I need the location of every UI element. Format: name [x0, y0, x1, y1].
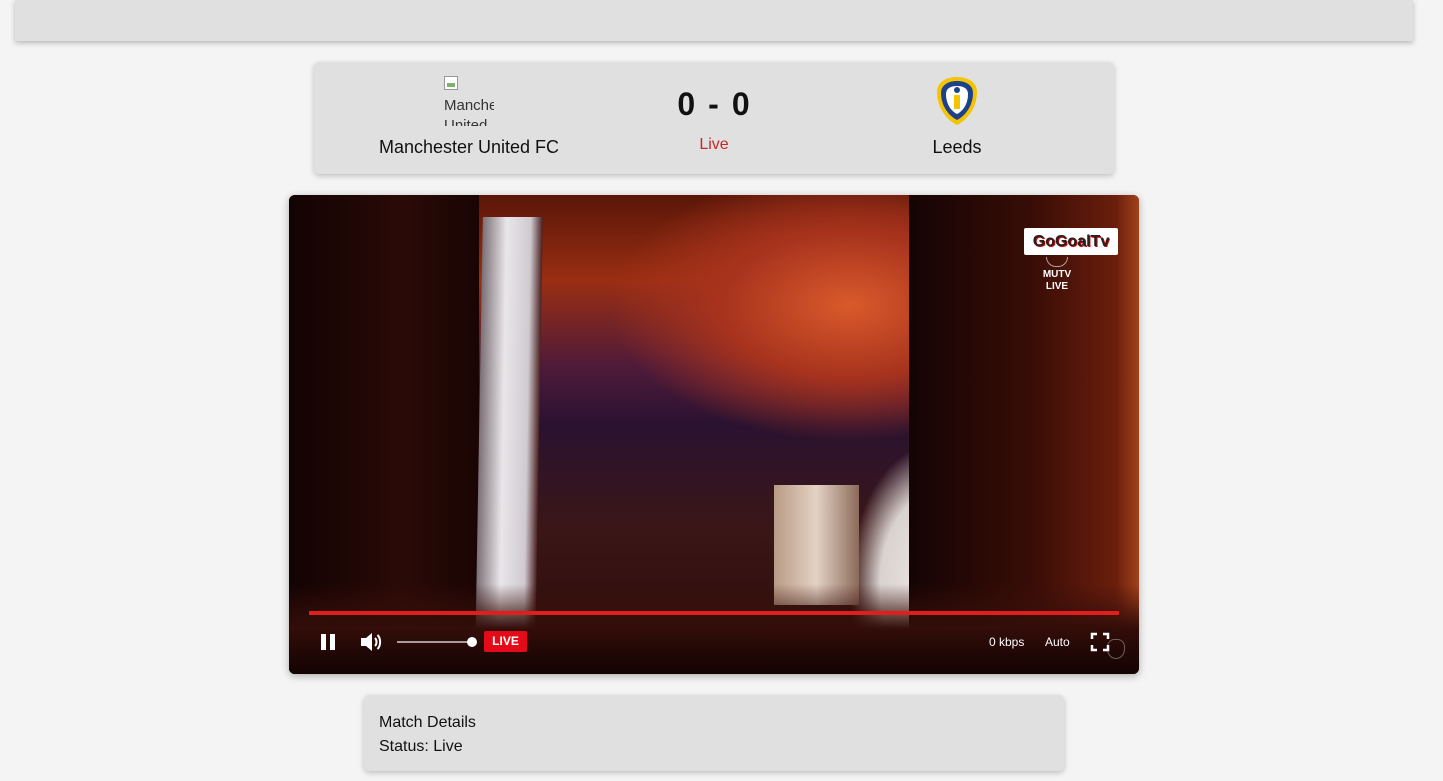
quality-selector[interactable]: Auto: [1045, 635, 1070, 649]
match-score: 0-0: [614, 86, 814, 123]
away-team-name: Leeds: [932, 137, 982, 157]
channel-logo: MUTV LIVE: [1027, 257, 1087, 293]
match-status: Live: [699, 136, 729, 153]
watermark-badge: GoGoalTv: [1024, 228, 1118, 255]
score-separator: -: [708, 86, 720, 122]
pause-icon: [321, 634, 326, 650]
volume-slider-handle[interactable]: [467, 637, 477, 647]
live-button[interactable]: LIVE: [484, 631, 527, 652]
bitrate-readout: 0 kbps: [989, 635, 1025, 649]
match-status-label: Status: Live: [379, 738, 463, 755]
volume-icon: [361, 633, 382, 651]
channel-name: MUTV: [1042, 269, 1072, 280]
match-details-panel: Match Details Status: Live: [364, 695, 1064, 771]
home-team-logo-alt: Manchester United: [444, 97, 494, 126]
channel-crest-icon: [1046, 257, 1068, 267]
home-team: Manchester United Manchester United FC: [349, 76, 589, 158]
pause-button[interactable]: [313, 627, 343, 657]
volume-slider[interactable]: [397, 641, 473, 643]
away-team: Leeds: [837, 76, 1077, 158]
broken-image-icon: [444, 76, 458, 90]
scoreboard: Manchester United Manchester United FC 0…: [314, 62, 1114, 174]
volume-button[interactable]: [356, 627, 386, 657]
top-navbar: [15, 0, 1413, 41]
home-team-logo: Manchester United: [444, 76, 494, 126]
progress-bar[interactable]: [309, 611, 1119, 615]
video-player[interactable]: GoGoalTv MUTV LIVE LIVE 0 kbps Auto: [289, 195, 1139, 674]
away-score: 0: [731, 86, 751, 122]
match-details-title: Match Details: [379, 714, 476, 731]
home-team-name: Manchester United FC: [378, 137, 560, 157]
corner-logo-icon: [1107, 639, 1125, 659]
home-score: 0: [677, 86, 697, 122]
channel-status: LIVE: [1045, 281, 1069, 292]
leeds-crest-icon: [937, 77, 977, 125]
